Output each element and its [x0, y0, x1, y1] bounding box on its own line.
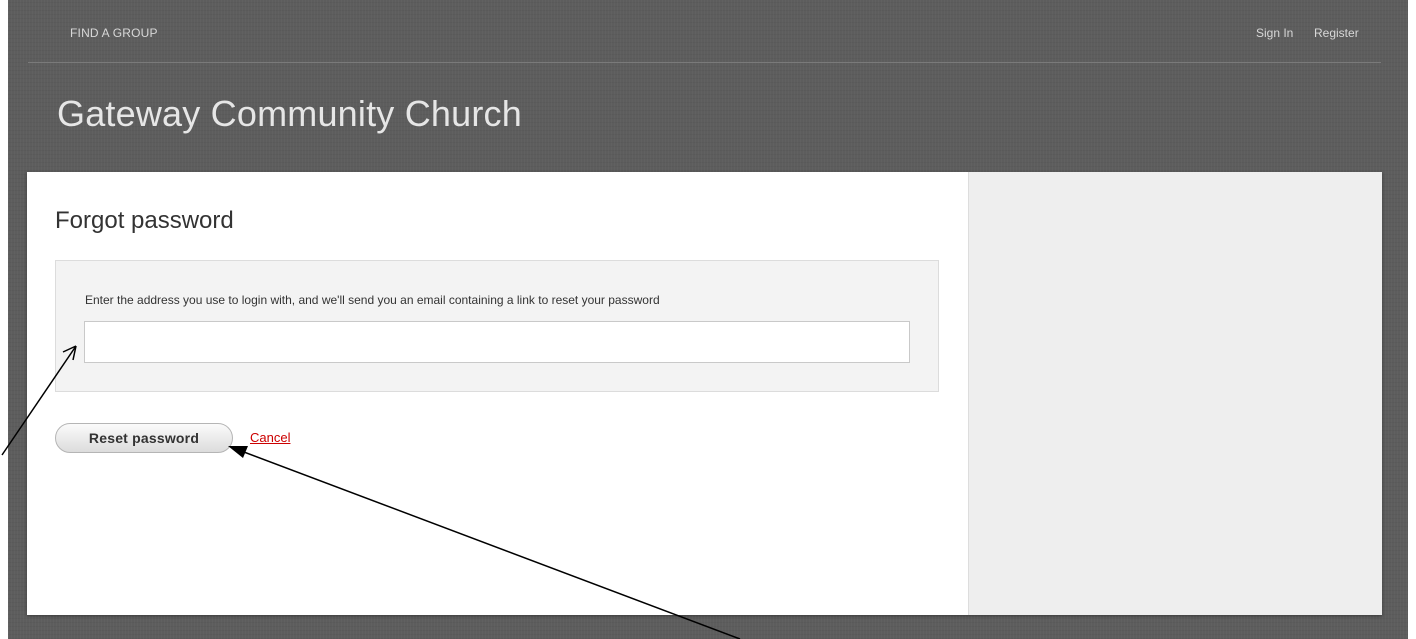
reset-password-button[interactable]: Reset password	[55, 423, 233, 453]
nav-find-a-group-link[interactable]: FIND A GROUP	[70, 26, 158, 40]
page-title: Forgot password	[55, 207, 234, 234]
page-background: FIND A GROUP Sign In Register Gateway Co…	[8, 0, 1408, 639]
email-input[interactable]	[84, 321, 910, 363]
nav-divider	[28, 62, 1381, 63]
nav-sign-in-link[interactable]: Sign In	[1256, 26, 1293, 40]
sidebar	[968, 172, 1382, 615]
instruction-text: Enter the address you use to login with,…	[85, 293, 660, 307]
forgot-password-form: Enter the address you use to login with,…	[55, 260, 939, 392]
cancel-link[interactable]: Cancel	[250, 430, 290, 445]
site-title: Gateway Community Church	[57, 93, 522, 134]
nav-register-link[interactable]: Register	[1314, 26, 1359, 40]
content-panel: Forgot password Enter the address you us…	[27, 172, 1382, 615]
